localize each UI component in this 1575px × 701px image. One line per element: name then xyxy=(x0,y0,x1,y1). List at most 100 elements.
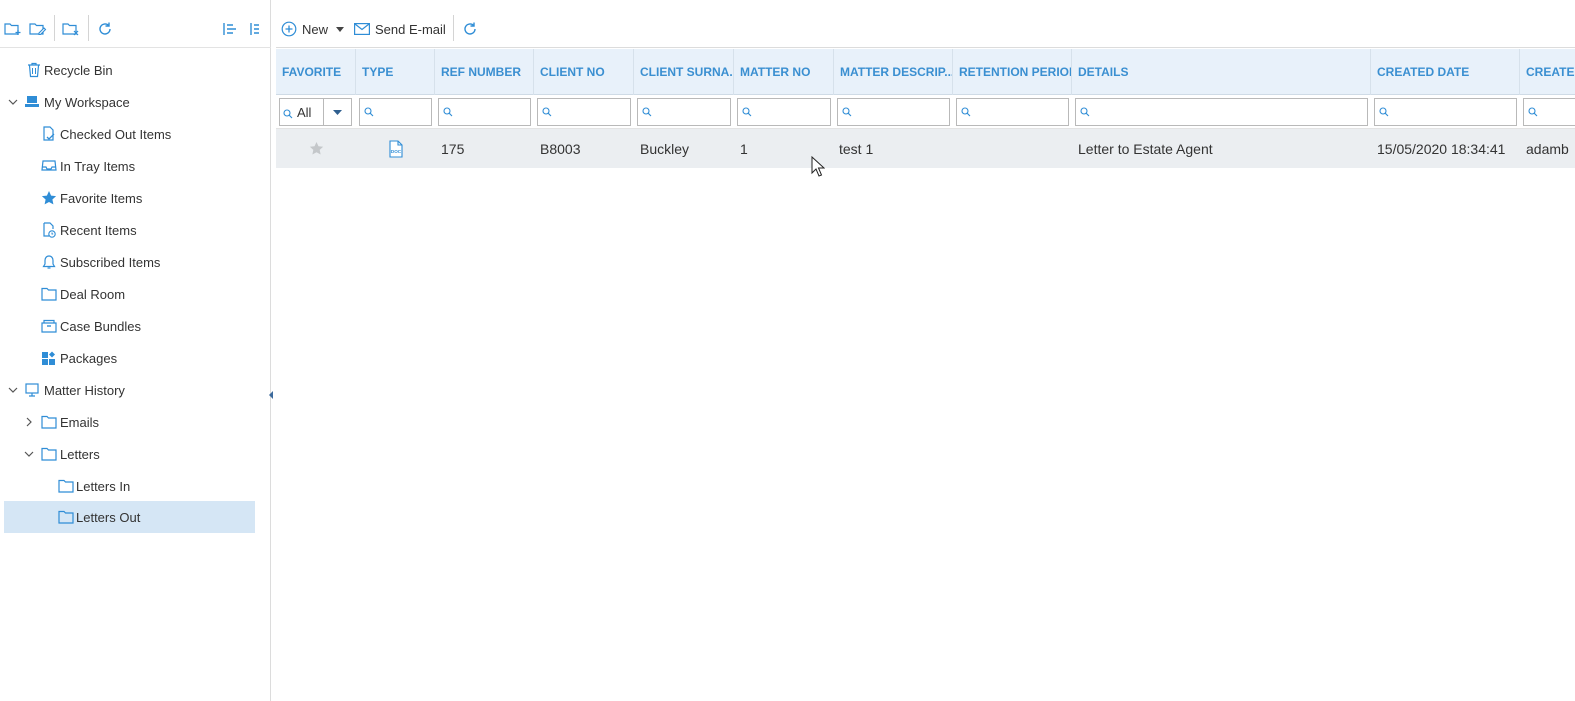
search-icon xyxy=(443,107,453,117)
search-icon xyxy=(542,107,552,117)
checked-out-icon xyxy=(41,126,57,142)
search-icon xyxy=(364,107,374,117)
favorite-star-icon[interactable] xyxy=(309,129,325,168)
tree-item-letters-in[interactable]: Letters In xyxy=(4,470,255,502)
collapse-all-icon[interactable] xyxy=(220,19,240,39)
column-header-client-no[interactable]: CLIENT NO xyxy=(534,49,634,95)
tree-item-label: Letters In xyxy=(76,478,131,494)
matter-no-filter-input[interactable] xyxy=(737,98,831,126)
tree-item-favorite-items[interactable]: Favorite Items xyxy=(4,182,255,214)
column-header-matter-no[interactable]: MATTER NO xyxy=(734,49,834,95)
bundle-icon xyxy=(41,318,57,334)
favorite-filter-value: All xyxy=(297,105,312,120)
recent-icon xyxy=(41,222,57,238)
matter-description-filter-input[interactable] xyxy=(837,98,950,126)
cell-client-surname: Buckley xyxy=(640,140,690,157)
chevron-right-icon[interactable] xyxy=(23,416,35,428)
tree-item-label: Letters Out xyxy=(76,509,141,525)
refresh-grid-button[interactable] xyxy=(462,19,478,39)
tree-item-letters[interactable]: Letters xyxy=(4,438,255,470)
table-row[interactable]: DOC 175 B8003 Buckley 1 test 1 Letter to… xyxy=(276,129,1575,168)
tree-item-letters-out[interactable]: Letters Out xyxy=(4,501,255,533)
column-header-created-by[interactable]: CREATE xyxy=(1520,49,1575,95)
tree-item-case-bundles[interactable]: Case Bundles xyxy=(4,310,255,342)
tree-item-label: My Workspace xyxy=(44,94,130,110)
toolbar-separator xyxy=(88,15,89,41)
favorite-filter-select[interactable]: All xyxy=(279,98,352,126)
search-icon xyxy=(1379,107,1389,117)
created-date-filter-input[interactable] xyxy=(1374,98,1517,126)
edit-folder-icon[interactable] xyxy=(28,19,48,39)
tree-item-packages[interactable]: Packages xyxy=(4,342,255,374)
expand-all-icon[interactable] xyxy=(244,19,264,39)
tree-item-deal-room[interactable]: Deal Room xyxy=(4,278,255,310)
refresh-icon xyxy=(462,21,478,37)
search-icon xyxy=(283,107,293,122)
tree-item-label: Checked Out Items xyxy=(60,126,172,142)
column-header-type[interactable]: TYPE xyxy=(356,49,435,95)
chevron-down-icon[interactable] xyxy=(23,448,35,460)
send-email-label: Send E-mail xyxy=(375,21,446,37)
chevron-down-icon[interactable] xyxy=(7,96,19,108)
tree-item-recent-items[interactable]: Recent Items xyxy=(4,214,255,246)
envelope-icon xyxy=(354,23,370,35)
collapse-panel-handle[interactable] xyxy=(269,391,273,399)
ref-number-filter-input[interactable] xyxy=(438,98,531,126)
tree-item-subscribed-items[interactable]: Subscribed Items xyxy=(4,246,255,278)
new-button-label: New xyxy=(302,21,329,37)
client-no-filter-input[interactable] xyxy=(537,98,631,126)
new-folder-icon[interactable] xyxy=(3,19,23,39)
toolbar-separator xyxy=(54,15,55,41)
folder-tree-panel: Recycle Bin My Workspace Checked Out Ite… xyxy=(0,0,271,701)
tree-item-label: Letters xyxy=(60,446,100,462)
dropdown-arrow-icon[interactable] xyxy=(323,99,351,125)
column-header-ref-number[interactable]: REF NUMBER xyxy=(435,49,534,95)
workspace-icon xyxy=(24,94,40,110)
cell-created-by: adamb xyxy=(1526,140,1569,157)
tree-item-my-workspace[interactable]: My Workspace xyxy=(4,86,255,118)
in-tray-icon xyxy=(41,158,57,174)
folder-icon xyxy=(41,446,57,462)
tree-item-label: In Tray Items xyxy=(60,158,136,174)
send-email-button[interactable]: Send E-mail xyxy=(354,19,446,39)
chevron-down-icon[interactable] xyxy=(7,384,19,396)
search-icon xyxy=(1528,107,1538,117)
filter-row: All xyxy=(276,95,1575,129)
delete-folder-icon[interactable] xyxy=(61,19,81,39)
details-filter-input[interactable] xyxy=(1075,98,1368,126)
caret-down-icon xyxy=(336,26,345,32)
documents-toolbar: New Send E-mail xyxy=(276,10,1575,48)
cell-details: Letter to Estate Agent xyxy=(1078,140,1213,157)
packages-icon xyxy=(41,350,57,366)
tree-item-label: Emails xyxy=(60,414,100,430)
folder-icon xyxy=(41,286,57,302)
doc-file-icon: DOC xyxy=(388,129,408,168)
search-icon xyxy=(842,107,852,117)
search-icon xyxy=(961,107,971,117)
client-surname-filter-input[interactable] xyxy=(637,98,731,126)
refresh-icon[interactable] xyxy=(95,19,115,39)
new-button[interactable]: New xyxy=(281,19,345,39)
tree-item-label: Favorite Items xyxy=(60,190,143,206)
tree-item-matter-history[interactable]: Matter History xyxy=(4,374,255,406)
created-by-filter-input[interactable] xyxy=(1523,98,1575,126)
column-header-matter-description[interactable]: MATTER DESCRIP... xyxy=(834,49,953,95)
tree-item-emails[interactable]: Emails xyxy=(4,406,255,438)
star-icon xyxy=(41,190,57,206)
tree-item-recycle-bin[interactable]: Recycle Bin xyxy=(4,54,255,86)
column-header-favorite[interactable]: FAVORITE xyxy=(276,49,356,95)
column-header-created-date[interactable]: CREATED DATE xyxy=(1371,49,1520,95)
type-filter-input[interactable] xyxy=(359,98,432,126)
column-header-details[interactable]: DETAILS xyxy=(1072,49,1371,95)
folder-icon xyxy=(58,509,74,525)
tree-item-label: Case Bundles xyxy=(60,318,141,334)
column-header-retention-period[interactable]: RETENTION PERIOD xyxy=(953,49,1072,95)
tree-item-checked-out-items[interactable]: Checked Out Items xyxy=(4,118,255,150)
plus-circle-icon xyxy=(281,21,297,37)
retention-period-filter-input[interactable] xyxy=(956,98,1069,126)
column-header-client-surname[interactable]: CLIENT SURNA... xyxy=(634,49,734,95)
cell-ref-number: 175 xyxy=(441,140,465,157)
cell-client-no: B8003 xyxy=(540,140,581,157)
cell-retention-period xyxy=(958,129,1068,168)
tree-item-in-tray-items[interactable]: In Tray Items xyxy=(4,150,255,182)
